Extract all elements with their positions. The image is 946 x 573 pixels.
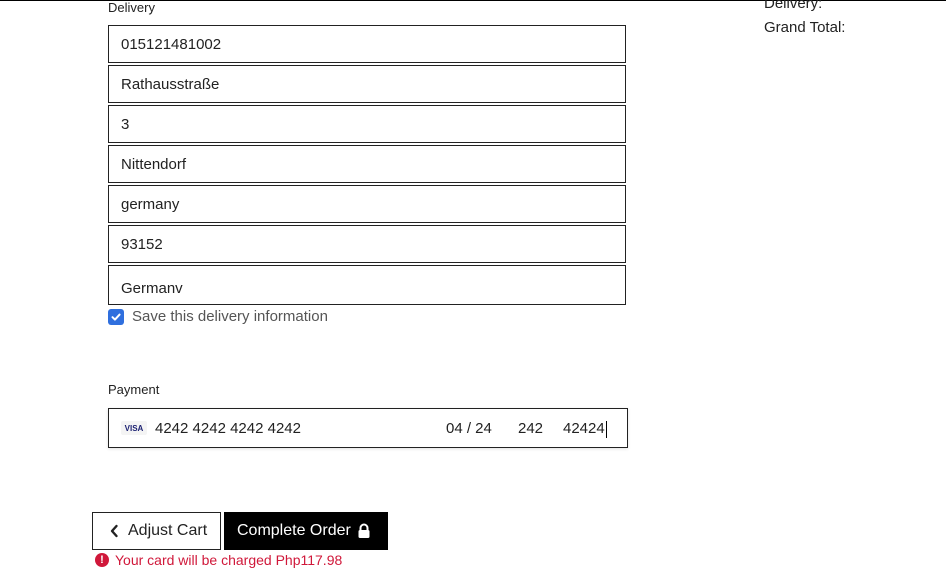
card-zip-field[interactable]: 42424 xyxy=(563,420,605,437)
payment-error: ! Your card will be charged Php117.98 xyxy=(95,552,342,568)
complete-order-button[interactable]: Complete Order xyxy=(224,512,388,550)
phone-field[interactable]: 015121481002 xyxy=(108,25,626,63)
summary-delivery-label: Delivery: xyxy=(764,0,823,12)
save-delivery-checkbox[interactable] xyxy=(108,308,124,325)
payment-section-label: Payment xyxy=(108,382,160,397)
save-delivery-row[interactable]: Save this delivery information xyxy=(108,308,328,325)
text-caret xyxy=(606,421,607,438)
exclamation-circle-icon: ! xyxy=(95,553,109,567)
street-field[interactable]: Rathausstraße xyxy=(108,65,626,103)
delivery-section-label: Delivery xyxy=(108,0,155,15)
card-expiry-field[interactable]: 04 / 24 xyxy=(446,420,492,437)
error-message: Your card will be charged Php117.98 xyxy=(115,552,343,568)
state-field[interactable]: germany xyxy=(108,185,626,223)
summary-grand-total-label: Grand Total: xyxy=(764,19,846,36)
order-summary: Delivery: Grand Total: xyxy=(764,0,845,40)
card-input[interactable]: VISA 4242 4242 4242 4242 04 / 24 242 424… xyxy=(108,408,628,448)
city-field[interactable]: Nittendorf xyxy=(108,145,626,183)
adjust-cart-button[interactable]: Adjust Cart xyxy=(92,512,221,550)
complete-order-label: Complete Order xyxy=(237,522,351,539)
lock-icon xyxy=(358,523,370,538)
check-icon xyxy=(111,313,121,321)
house-number-field[interactable]: 3 xyxy=(108,105,626,143)
visa-icon: VISA xyxy=(121,421,147,435)
chevron-left-icon xyxy=(110,524,118,538)
card-number-field[interactable]: 4242 4242 4242 4242 xyxy=(155,420,301,437)
postcode-field[interactable]: 93152 xyxy=(108,225,626,263)
card-cvc-field[interactable]: 242 xyxy=(518,420,543,437)
save-delivery-label: Save this delivery information xyxy=(132,308,328,325)
adjust-cart-label: Adjust Cart xyxy=(128,522,208,539)
country-field[interactable]: Germanv xyxy=(108,265,626,305)
